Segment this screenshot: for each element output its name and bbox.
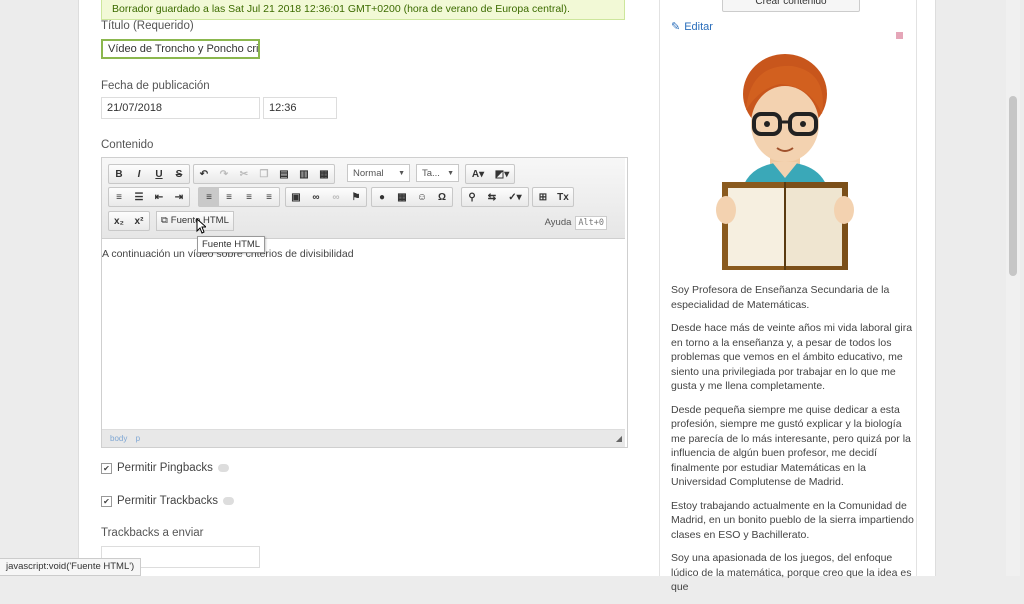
outdent-icon[interactable]: ⇤ [149,188,169,206]
size-select[interactable]: Ta... ▼ [416,164,459,182]
help-shortcut: Alt+0 [575,216,607,230]
font-color-icon[interactable]: A▾ [466,165,490,183]
align-left-icon[interactable]: ≡ [199,188,219,206]
trackbacks-checkbox[interactable]: ✔ [101,495,112,507]
source-tooltip: Fuente HTML [197,236,266,253]
bg-color-icon[interactable]: ◩▾ [490,165,514,183]
source-icon: ⧉ [161,215,168,226]
replace-icon[interactable]: ⇆ [482,188,502,206]
anchor-icon[interactable]: ⚑ [346,188,366,206]
align-group: ≡ ≡ ≡ ≡ [198,187,280,207]
rich-text-editor: B I U S ↶ ↷ ✂ ❐ ▤ ▥ ▦ Normal ▼ Ta... ▼ A▾ … [101,157,628,448]
undo-icon[interactable]: ↶ [194,165,214,183]
pingbacks-label: Permitir Pingbacks [117,462,213,474]
publish-date-label: Fecha de publicación [101,80,210,92]
superscript-icon[interactable]: x² [129,212,149,230]
pingbacks-option[interactable]: ✔ Permitir Pingbacks [101,462,229,474]
flash-icon[interactable]: ● [372,188,392,206]
close-icon[interactable] [896,32,903,39]
special-char-icon[interactable]: Ω [432,188,452,206]
trackbacks-send-label: Trackbacks a enviar [101,527,204,539]
align-center-icon[interactable]: ≡ [219,188,239,206]
trackbacks-label: Permitir Trackbacks [117,495,218,507]
paste-text-icon[interactable]: ▥ [294,165,314,183]
copy-icon[interactable]: ❐ [254,165,274,183]
editor-path-bar: body p ◢ [102,429,625,447]
scrollbar-thumb[interactable] [1009,96,1017,276]
mouse-cursor-icon [196,218,206,234]
strike-icon[interactable]: S [169,165,189,183]
list-group: ≡ ☰ ⇤ ⇥ [108,187,190,207]
page-break-icon[interactable]: ⊞ [533,188,553,206]
format-select[interactable]: Normal ▼ [347,164,410,182]
spellcheck-icon[interactable]: ✓▾ [502,188,528,206]
chevron-down-icon: ▼ [398,170,405,177]
teacher-avatar-illustration [716,54,854,270]
status-bar: javascript:void('Fuente HTML') [0,558,142,576]
size-select-value: Ta... [422,168,440,179]
author-bio: Soy Profesora de Enseñanza Secundaria de… [671,283,916,604]
bio-paragraph: Desde pequeña siempre me quise dedicar a… [671,403,911,489]
format-select-value: Normal [353,168,384,179]
bio-paragraph: Estoy trabajando actualmente en la Comun… [671,499,914,541]
italic-icon[interactable]: I [129,165,149,183]
sidebar: Crear contenido ✎ Editar Soy Profesora d… [659,0,917,593]
pingbacks-checkbox[interactable]: ✔ [101,462,112,474]
justify-icon[interactable]: ≡ [259,188,279,206]
resize-handle-icon[interactable]: ◢ [616,430,622,448]
title-label: Título (Requerido) [101,20,194,32]
underline-icon[interactable]: U [149,165,169,183]
misc-group: ⊞ Tx [532,187,574,207]
title-input[interactable]: Vídeo de Troncho y Poncho criter [101,39,260,59]
trackbacks-option[interactable]: ✔ Permitir Trackbacks [101,495,234,507]
objects-group: ● ▦ ☺ Ω [371,187,453,207]
edit-link-label: Editar [684,20,713,33]
publish-time-input[interactable]: 12:36 [263,97,337,119]
bio-paragraph: Soy Profesora de Enseñanza Secundaria de… [671,284,890,311]
table-icon[interactable]: ▦ [392,188,412,206]
remove-format-icon[interactable]: Tx [553,188,573,206]
find-group: ⚲ ⇆ ✓▾ [461,187,529,207]
info-bubble-icon[interactable] [217,464,229,472]
paste-word-icon[interactable]: ▦ [314,165,334,183]
image-icon[interactable]: ▣ [286,188,306,206]
subscript-icon[interactable]: x₂ [109,212,129,230]
help-hint: Ayuda Alt+0 [544,216,607,230]
help-label: Ayuda [544,217,572,228]
page-scrollbar[interactable] [1006,0,1020,576]
redo-icon[interactable]: ↷ [214,165,234,183]
basic-styles-group: B I U S [108,164,190,184]
publish-date-input[interactable]: 21/07/2018 [101,97,260,119]
bio-paragraph: Desde hace más de veinte años mi vida la… [671,322,913,392]
indent-icon[interactable]: ⇥ [169,188,189,206]
bold-icon[interactable]: B [109,165,129,183]
align-right-icon[interactable]: ≡ [239,188,259,206]
clipboard-group: ↶ ↷ ✂ ❐ ▤ ▥ ▦ [193,164,335,184]
find-icon[interactable]: ⚲ [462,188,482,206]
cut-icon[interactable]: ✂ [234,165,254,183]
insert-group: ▣ ∞ ∞ ⚑ [285,187,367,207]
script-group: x₂ x² [108,211,150,231]
numbered-list-icon[interactable]: ≡ [109,188,129,206]
bio-paragraph: Soy una apasionada de los juegos, del en… [671,552,912,593]
link-icon[interactable]: ∞ [306,188,326,206]
smiley-icon[interactable]: ☺ [412,188,432,206]
editor-toolbar: B I U S ↶ ↷ ✂ ❐ ▤ ▥ ▦ Normal ▼ Ta... ▼ A▾ … [102,158,625,239]
unlink-icon[interactable]: ∞ [326,188,346,206]
chevron-down-icon: ▼ [447,170,454,177]
bulleted-list-icon[interactable]: ☰ [129,188,149,206]
path-body[interactable]: body [110,434,127,443]
draft-saved-notice: Borrador guardado a las Sat Jul 21 2018 … [101,0,625,20]
editor-body[interactable]: A continuación un vídeo sobre criterios … [102,248,625,260]
path-p[interactable]: p [136,434,140,443]
info-bubble-icon[interactable] [222,497,234,505]
content-label: Contenido [101,139,154,151]
source-html-button[interactable]: ⧉ Fuente HTML [156,211,234,231]
create-content-button[interactable]: Crear contenido [722,0,860,12]
paste-icon[interactable]: ▤ [274,165,294,183]
color-group: A▾ ◩▾ [465,164,515,184]
edit-link[interactable]: ✎ Editar [671,20,713,34]
pencil-icon: ✎ [671,21,681,33]
